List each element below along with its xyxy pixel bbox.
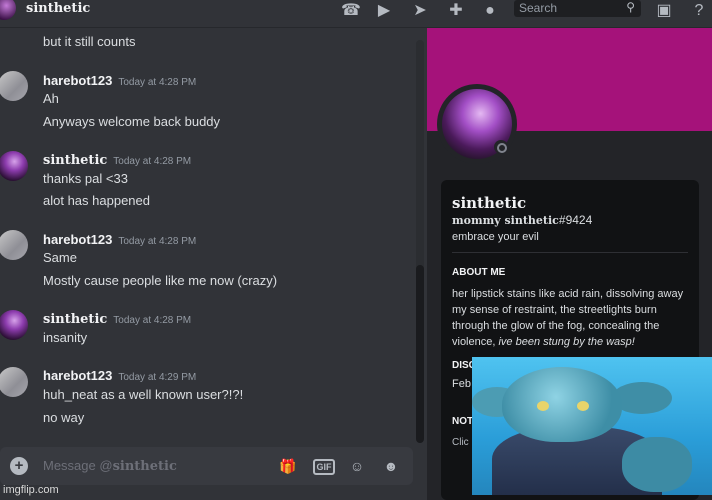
character-head [502, 367, 622, 442]
avatar[interactable] [0, 71, 28, 101]
custom-status: embrace your evil [452, 231, 539, 243]
note-heading: NOT [452, 416, 474, 427]
phone-call-icon[interactable]: ☎ [340, 0, 362, 22]
avatar[interactable] [0, 367, 28, 397]
inbox-icon[interactable]: ▣ [653, 0, 675, 22]
channel-avatar[interactable] [0, 0, 16, 20]
gift-icon[interactable]: 🎁 [278, 456, 298, 476]
about-me-text: her lipstick stains like acid rain, diss… [452, 286, 696, 350]
message-text: alot has happened [43, 193, 150, 208]
scrollbar-thumb[interactable] [416, 265, 424, 443]
timestamp: Today at 4:29 PM [118, 372, 197, 383]
message-header: sinthetic Today at 4:28 PM [43, 151, 191, 169]
search-icon: ⚲ [626, 0, 635, 14]
message-text: Anyways welcome back buddy [43, 114, 221, 129]
timestamp: Today at 4:28 PM [118, 236, 197, 247]
add-attachment-icon[interactable]: + [10, 457, 28, 475]
message-text: no way [43, 410, 85, 425]
timestamp: Today at 4:28 PM [113, 156, 192, 167]
search-placeholder: Search [519, 1, 558, 15]
message-header: sinthetic Today at 4:28 PM [43, 310, 191, 328]
message-list: but it still counts harebot123 Today at 4… [0, 28, 426, 450]
gif-button[interactable]: GIF [313, 459, 335, 475]
message-text: Mostly cause people like me now (crazy) [43, 273, 278, 288]
timestamp: Today at 4:28 PM [118, 77, 197, 88]
username[interactable]: sinthetic [43, 153, 107, 168]
channel-name: sinthetic [26, 1, 91, 16]
help-icon[interactable]: ? [688, 0, 710, 22]
pin-icon[interactable]: ➤ [409, 0, 431, 22]
username[interactable]: harebot123 [43, 73, 112, 88]
avatar[interactable] [0, 230, 28, 260]
message-text: thanks pal <33 [43, 171, 128, 186]
avatar[interactable] [0, 310, 28, 340]
message-header: harebot123 Today at 4:28 PM [43, 231, 196, 249]
emoji-icon[interactable]: ☻ [381, 456, 401, 476]
note-input[interactable]: Clic [452, 437, 469, 448]
about-me-heading: ABOUT ME [452, 267, 506, 278]
profile-icon[interactable]: ● [479, 0, 501, 22]
sticker-icon[interactable]: ☺ [347, 456, 367, 476]
character-eye [537, 401, 549, 411]
watermark: imgflip.com [3, 484, 59, 496]
username[interactable]: harebot123 [43, 232, 112, 247]
search-box[interactable]: Search ⚲ [514, 0, 641, 17]
username[interactable]: sinthetic [43, 312, 107, 327]
message-text: Ah [43, 91, 59, 106]
message-input[interactable]: Message @sinthetic [43, 458, 177, 474]
message-text: but it still counts [43, 34, 136, 49]
add-member-icon[interactable]: ✚ [445, 0, 467, 22]
member-since-value: Feb [452, 378, 471, 390]
divider [452, 252, 688, 253]
message-composer[interactable]: + Message @sinthetic 🎁 GIF ☺ ☻ [0, 447, 413, 485]
profile-tag-number: #9424 [558, 213, 593, 227]
about-me-italic: ive been stung by the wasp! [498, 336, 635, 348]
character-eye [577, 401, 589, 411]
avatar[interactable] [0, 151, 28, 181]
video-icon[interactable]: ▶ [373, 0, 395, 22]
placeholder-name: sinthetic [112, 459, 177, 474]
placeholder-prefix: Message @ [43, 458, 113, 473]
top-bar: sinthetic ☎ ▶ ➤ ✚ ● Search ⚲ ▣ ? [0, 0, 712, 28]
message-text: huh_neat as a well known user?!?! [43, 387, 244, 402]
message-header: harebot123 Today at 4:28 PM [43, 72, 196, 90]
timestamp: Today at 4:28 PM [113, 315, 192, 326]
status-indicator [494, 140, 508, 154]
overlay-image [472, 357, 712, 495]
profile-display-name: sinthetic [452, 194, 527, 212]
profile-username: mommy sinthetic#9424 [452, 213, 592, 227]
username[interactable]: harebot123 [43, 368, 112, 383]
message-text: Same [43, 250, 77, 265]
message-header: harebot123 Today at 4:29 PM [43, 367, 196, 385]
message-text: insanity [43, 330, 88, 345]
profile-tag-name: mommy sinthetic [452, 214, 559, 227]
character-arm [622, 437, 692, 492]
